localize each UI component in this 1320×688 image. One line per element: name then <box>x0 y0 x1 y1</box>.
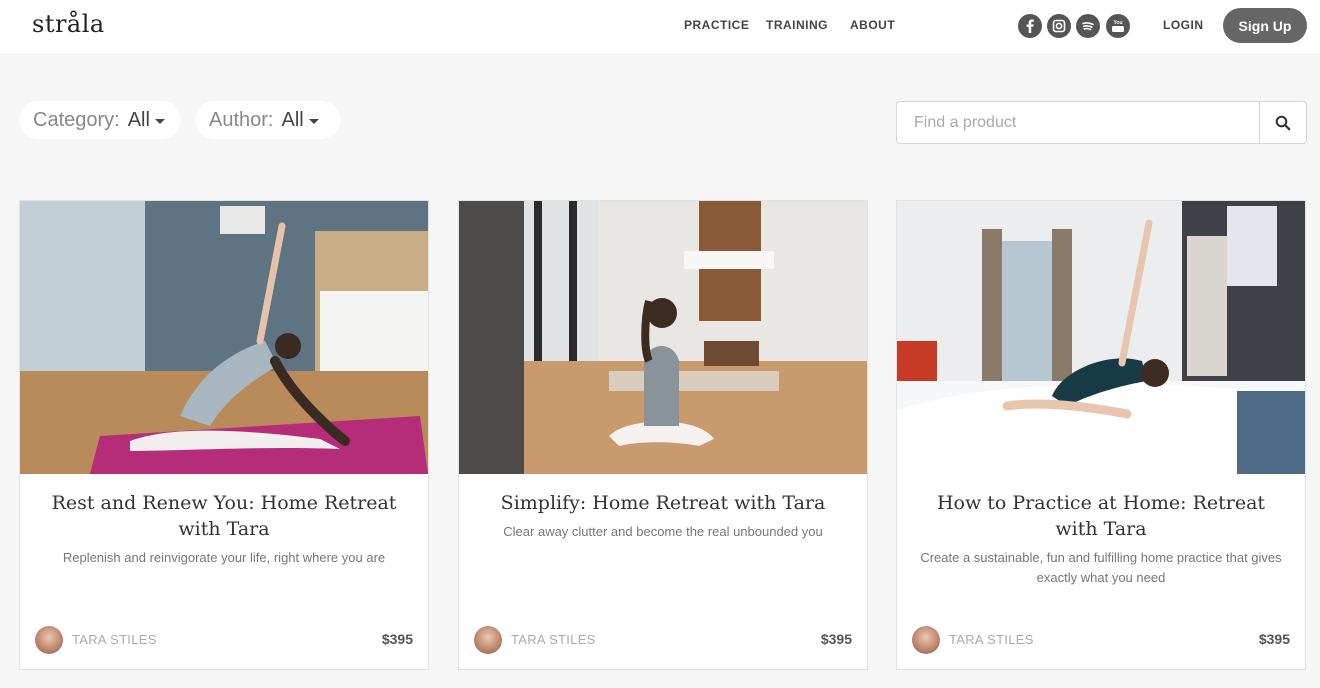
search-button[interactable] <box>1259 102 1306 143</box>
youtube-icon[interactable]: You <box>1106 14 1130 38</box>
product-image[interactable] <box>459 201 867 474</box>
author-filter-label: Author: <box>209 108 274 131</box>
nav-practice[interactable]: PRACTICE <box>684 18 749 32</box>
facebook-icon[interactable] <box>1018 14 1042 38</box>
product-search <box>896 101 1307 144</box>
author-avatar <box>912 626 940 654</box>
nav-about[interactable]: ABOUT <box>850 18 895 32</box>
product-title[interactable]: How to Practice at Home: Retreat with Ta… <box>917 490 1285 542</box>
product-description: Create a sustainable, fun and fulfilling… <box>920 550 1282 585</box>
author-name[interactable]: TARA STILES <box>511 632 596 647</box>
author-avatar <box>35 626 63 654</box>
spotify-icon[interactable] <box>1076 14 1100 38</box>
product-card[interactable]: Simplify: Home Retreat with Tara Clear a… <box>458 200 868 670</box>
category-filter-value: All <box>127 108 150 131</box>
site-header: stråla PRACTICE TRAINING ABOUT You LOGIN… <box>0 0 1320 53</box>
product-card[interactable]: Rest and Renew You: Home Retreat with Ta… <box>19 200 429 670</box>
product-price: $395 <box>381 631 413 647</box>
instagram-icon[interactable] <box>1047 14 1071 38</box>
chevron-down-icon <box>154 119 165 124</box>
chevron-down-icon <box>308 119 319 124</box>
product-card[interactable]: How to Practice at Home: Retreat with Ta… <box>896 200 1306 670</box>
svg-text:You: You <box>1113 20 1122 26</box>
signup-button[interactable]: Sign Up <box>1223 8 1307 43</box>
product-title[interactable]: Simplify: Home Retreat with Tara <box>479 490 847 516</box>
product-price: $395 <box>1258 631 1290 647</box>
product-description: Replenish and reinvigorate your life, ri… <box>62 550 386 565</box>
site-logo[interactable]: stråla <box>32 10 105 38</box>
login-link[interactable]: LOGIN <box>1163 18 1204 32</box>
author-name[interactable]: TARA STILES <box>949 632 1034 647</box>
category-filter-label: Category: <box>33 108 120 131</box>
author-avatar <box>474 626 502 654</box>
search-input[interactable] <box>897 102 1259 143</box>
product-description: Clear away clutter and become the real u… <box>503 524 823 539</box>
product-price: $395 <box>820 631 852 647</box>
author-filter[interactable]: Author: All <box>195 101 340 139</box>
author-name[interactable]: TARA STILES <box>72 632 157 647</box>
product-image[interactable] <box>20 201 428 474</box>
product-image[interactable] <box>897 201 1305 474</box>
search-icon <box>1275 115 1291 130</box>
nav-training[interactable]: TRAINING <box>766 18 828 32</box>
product-title[interactable]: Rest and Renew You: Home Retreat with Ta… <box>40 490 408 542</box>
category-filter[interactable]: Category: All <box>19 101 181 139</box>
author-filter-value: All <box>281 108 304 131</box>
